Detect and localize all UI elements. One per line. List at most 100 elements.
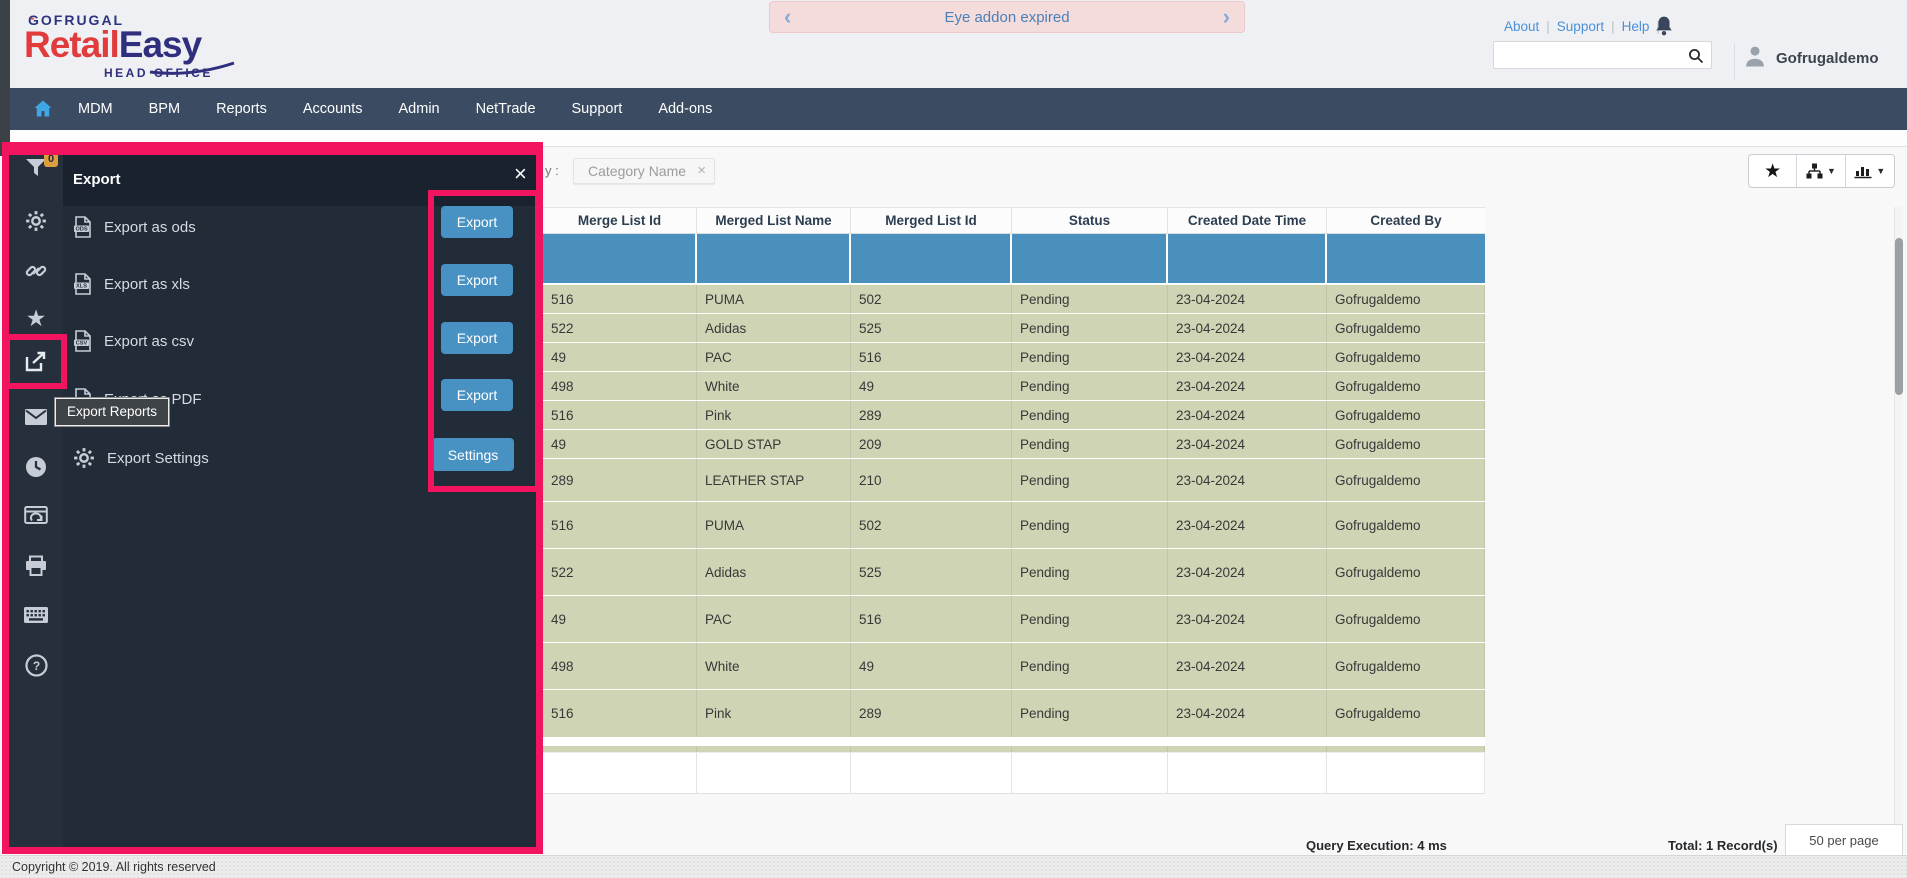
support-link[interactable]: Support xyxy=(1557,19,1604,34)
nav-item-mdm[interactable]: MDM xyxy=(78,101,113,117)
table-row[interactable]: 516PUMA502Pending23-04-2024Gofrugaldemo xyxy=(543,285,1485,314)
table-row[interactable]: 516PUMA502Pending23-04-2024Gofrugaldemo xyxy=(543,502,1485,549)
user-name[interactable]: Gofrugaldemo xyxy=(1776,50,1879,67)
empty-cell xyxy=(851,753,1012,794)
help-icon[interactable]: ? xyxy=(9,652,63,678)
column-header-merged-list-id[interactable]: Merged List Id xyxy=(851,208,1012,233)
nav-item-reports[interactable]: Reports xyxy=(216,101,267,117)
column-filter-input[interactable] xyxy=(697,234,851,283)
table-row[interactable]: 516Pink289Pending23-04-2024Gofrugaldemo xyxy=(543,690,1485,738)
empty-cell xyxy=(1327,753,1485,794)
table-cell: 522 xyxy=(543,549,697,595)
clock-icon[interactable] xyxy=(9,454,63,480)
export-option-export-as-xls[interactable]: XLSExport as xls xyxy=(73,270,190,298)
monitor-icon[interactable] xyxy=(9,503,63,529)
partial-row-cell xyxy=(697,746,851,752)
link-separator: | xyxy=(1611,19,1615,34)
table-row[interactable]: 522Adidas525Pending23-04-2024Gofrugaldem… xyxy=(543,314,1485,343)
file-xls-icon: XLS xyxy=(73,273,92,295)
about-link[interactable]: About xyxy=(1504,19,1539,34)
table-cell: 23-04-2024 xyxy=(1168,430,1327,458)
banner-next-icon[interactable]: › xyxy=(1223,3,1230,31)
nav-item-accounts[interactable]: Accounts xyxy=(303,101,363,117)
column-filter-input[interactable] xyxy=(851,234,1012,283)
settings-button-5[interactable]: Settings xyxy=(432,438,514,471)
table-row[interactable]: 289LEATHER STAP210Pending23-04-2024Gofru… xyxy=(543,459,1485,502)
table-cell: 502 xyxy=(851,502,1012,548)
printer-icon[interactable] xyxy=(9,553,63,579)
table-row[interactable]: 49GOLD STAP209Pending23-04-2024Gofrugald… xyxy=(543,430,1485,459)
table-cell: PUMA xyxy=(697,502,851,548)
export-option-export-settings[interactable]: Export Settings xyxy=(73,444,209,472)
app-footer: Copyright © 2019. All rights reserved xyxy=(0,855,1907,878)
chart-view-button[interactable]: ▼ xyxy=(1846,155,1894,187)
table-row[interactable]: 49PAC516Pending23-04-2024Gofrugaldemo xyxy=(543,343,1485,372)
export-button-4[interactable]: Export xyxy=(441,379,513,411)
home-icon[interactable] xyxy=(33,99,53,119)
favorite-button[interactable]: ★ xyxy=(1749,155,1797,187)
per-page-selector[interactable]: 50 per page xyxy=(1785,824,1903,857)
column-filter-input[interactable] xyxy=(1327,234,1485,283)
table-cell: Pending xyxy=(1012,285,1168,313)
link-icon[interactable] xyxy=(9,258,63,284)
filter-chip-category-name[interactable]: Category Name × xyxy=(573,158,715,184)
user-avatar-icon[interactable] xyxy=(1743,44,1767,70)
export-option-export-as-csv[interactable]: CSVExport as csv xyxy=(73,327,194,355)
svg-text:XLS: XLS xyxy=(76,284,87,290)
table-row[interactable]: 49PAC516Pending23-04-2024Gofrugaldemo xyxy=(543,596,1485,643)
table-cell: 49 xyxy=(851,643,1012,689)
gear-icon xyxy=(73,447,95,469)
column-header-status[interactable]: Status xyxy=(1012,208,1168,233)
table-cell: 49 xyxy=(543,430,697,458)
star-icon[interactable]: ★ xyxy=(9,305,63,331)
table-cell: 498 xyxy=(543,372,697,400)
table-row[interactable]: 516Pink289Pending23-04-2024Gofrugaldemo xyxy=(543,401,1485,430)
help-link[interactable]: Help xyxy=(1622,19,1650,34)
table-row[interactable]: 498White49Pending23-04-2024Gofrugaldemo xyxy=(543,643,1485,690)
export-icon[interactable] xyxy=(9,349,63,375)
gear-icon[interactable] xyxy=(9,208,63,234)
nav-item-bpm[interactable]: BPM xyxy=(149,101,180,117)
column-filter-input[interactable] xyxy=(1012,234,1168,283)
nav-item-add-ons[interactable]: Add-ons xyxy=(658,101,712,117)
file-csv-icon: CSV xyxy=(73,330,92,352)
hierarchy-view-button[interactable]: ▼ xyxy=(1797,155,1845,187)
banner-prev-icon[interactable]: ‹ xyxy=(784,3,791,31)
table-row[interactable]: 498White49Pending23-04-2024Gofrugaldemo xyxy=(543,372,1485,401)
column-header-merged-list-name[interactable]: Merged List Name xyxy=(697,208,851,233)
export-button-1[interactable]: Export xyxy=(441,206,513,238)
search-input[interactable] xyxy=(1500,44,1680,66)
column-header-merge-list-id[interactable]: Merge List Id xyxy=(543,208,697,233)
column-filter-input[interactable] xyxy=(543,234,697,283)
vertical-scrollbar-thumb[interactable] xyxy=(1895,238,1903,395)
table-cell: Gofrugaldemo xyxy=(1327,643,1485,689)
merge-list-table: Merge List IdMerged List NameMerged List… xyxy=(543,207,1485,794)
nav-item-admin[interactable]: Admin xyxy=(399,101,440,117)
export-panel: Export × 0 ★? ODSExport as odsXLSExport … xyxy=(9,155,536,847)
nav-item-nettrade[interactable]: NetTrade xyxy=(476,101,536,117)
partial-row-cell xyxy=(1327,746,1485,752)
export-option-export-as-ods[interactable]: ODSExport as ods xyxy=(73,213,196,241)
table-cell: 289 xyxy=(851,690,1012,737)
column-filter-input[interactable] xyxy=(1168,234,1327,283)
close-icon[interactable]: × xyxy=(514,161,527,187)
column-header-created-by[interactable]: Created By xyxy=(1327,208,1485,233)
logo-retail-text: Retail xyxy=(24,24,119,65)
file-ods-icon: ODS xyxy=(73,216,92,238)
table-cell: 289 xyxy=(543,459,697,501)
column-header-created-date-time[interactable]: Created Date Time xyxy=(1168,208,1327,233)
search-icon[interactable] xyxy=(1688,48,1704,64)
keyboard-icon[interactable] xyxy=(9,602,63,628)
nav-item-support[interactable]: Support xyxy=(572,101,623,117)
table-cell: 289 xyxy=(851,401,1012,429)
table-empty-row xyxy=(543,752,1485,794)
table-row[interactable]: 522Adidas525Pending23-04-2024Gofrugaldem… xyxy=(543,549,1485,596)
partial-row-cell xyxy=(1168,746,1327,752)
table-cell: 23-04-2024 xyxy=(1168,285,1327,313)
chip-remove-icon[interactable]: × xyxy=(697,159,706,183)
notification-bell-icon[interactable] xyxy=(1653,15,1675,37)
export-panel-title: Export xyxy=(73,171,121,188)
export-button-3[interactable]: Export xyxy=(441,322,513,354)
export-button-2[interactable]: Export xyxy=(441,264,513,296)
table-cell: Gofrugaldemo xyxy=(1327,690,1485,737)
